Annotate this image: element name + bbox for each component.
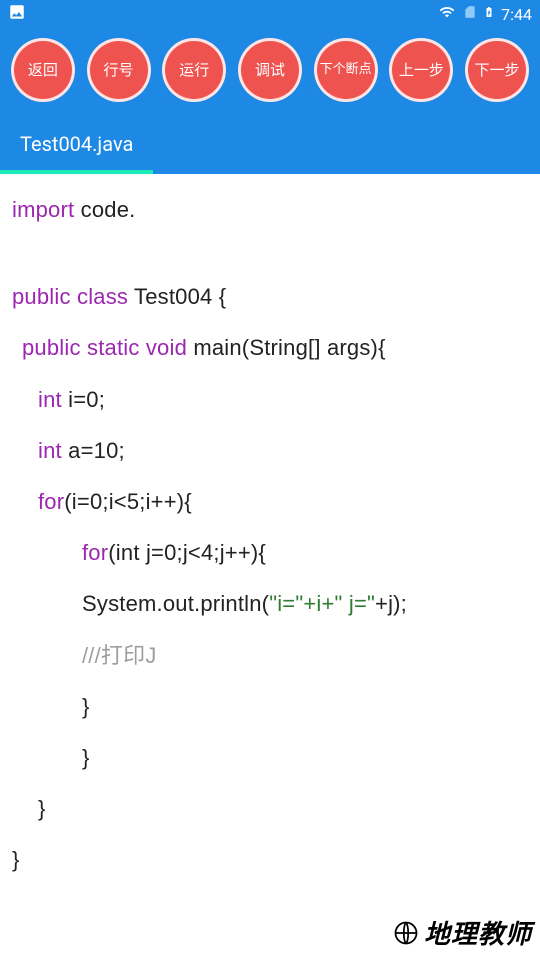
toolbar: 返回 行号 运行 调试 下个断点 上一步 下一步 (0, 28, 540, 114)
code-line: int a=10; (12, 433, 528, 468)
code-line: } (12, 842, 528, 877)
step-back-button[interactable]: 上一步 (389, 38, 453, 102)
tab-file[interactable]: Test004.java (0, 114, 153, 174)
code-line: public class Test004 { (12, 279, 528, 314)
step-forward-button[interactable]: 下一步 (465, 38, 529, 102)
code-line: public static void main(String[] args){ (12, 330, 528, 365)
code-line: for(i=0;i<5;i++){ (12, 484, 528, 519)
line-number-button[interactable]: 行号 (87, 38, 151, 102)
wifi-icon (437, 4, 457, 24)
tab-bar: Test004.java (0, 114, 540, 174)
code-line: for(int j=0;j<4;j++){ (12, 535, 528, 570)
sim-icon (463, 3, 477, 25)
code-line: int i=0; (12, 382, 528, 417)
code-line: } (12, 740, 528, 775)
run-button[interactable]: 运行 (162, 38, 226, 102)
code-line: ///打印J (12, 638, 528, 673)
code-editor[interactable]: import code. public class Test004 { publ… (0, 174, 540, 911)
image-icon (8, 3, 26, 25)
next-breakpoint-button[interactable]: 下个断点 (314, 38, 378, 102)
back-button[interactable]: 返回 (11, 38, 75, 102)
status-time: 7:44 (501, 5, 532, 24)
debug-button[interactable]: 调试 (238, 38, 302, 102)
code-line: } (12, 791, 528, 826)
watermark: 地理教师 (392, 914, 532, 954)
status-bar: 7:44 (0, 0, 540, 28)
globe-icon (392, 919, 420, 954)
code-line: System.out.println("i="+i+" j="+j); (12, 586, 528, 621)
code-line: } (12, 689, 528, 724)
code-line: import code. (12, 192, 528, 227)
battery-icon (483, 2, 495, 26)
